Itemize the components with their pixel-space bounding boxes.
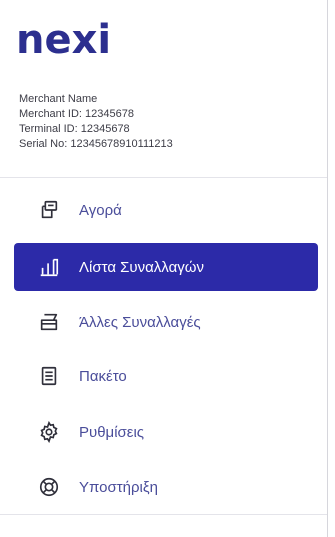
serial-number: Serial No: 12345678910111213: [19, 138, 173, 150]
menu-item-package[interactable]: Πακέτο: [0, 352, 320, 400]
menu-item-label: Λίστα Συναλλαγών: [79, 258, 204, 276]
merchant-info: Merchant Name Merchant ID: 12345678 Term…: [19, 92, 173, 152]
divider: [0, 177, 327, 178]
gear-icon: [37, 420, 61, 444]
menu-item-label: Άλλες Συναλλαγές: [79, 313, 201, 331]
divider: [0, 514, 327, 515]
merchant-id: Merchant ID: 12345678: [19, 108, 134, 120]
lifebuoy-icon: [37, 475, 61, 499]
document-list-icon: [37, 364, 61, 388]
merchant-name: Merchant Name: [19, 93, 98, 105]
menu-item-transactions-list[interactable]: Λίστα Συναλλαγών: [14, 243, 318, 291]
stacked-cards-icon: [37, 310, 61, 334]
menu-item-purchase[interactable]: Αγορά: [0, 186, 320, 234]
side-menu-panel: nexi Merchant Name Merchant ID: 12345678…: [0, 0, 328, 537]
menu-item-support[interactable]: Υποστήριξη: [0, 463, 320, 511]
menu-item-label: Πακέτο: [79, 367, 127, 385]
bar-chart-icon: [37, 255, 61, 279]
menu-item-other-transactions[interactable]: Άλλες Συναλλαγές: [0, 298, 320, 346]
pos-terminal-icon: [37, 198, 61, 222]
menu-item-label: Αγορά: [79, 201, 122, 219]
nexi-logo: nexi: [16, 17, 112, 63]
terminal-id: Terminal ID: 12345678: [19, 123, 130, 135]
menu-item-settings[interactable]: Ρυθμίσεις: [0, 408, 320, 456]
menu-item-label: Ρυθμίσεις: [79, 423, 145, 441]
menu-item-label: Υποστήριξη: [79, 478, 158, 496]
